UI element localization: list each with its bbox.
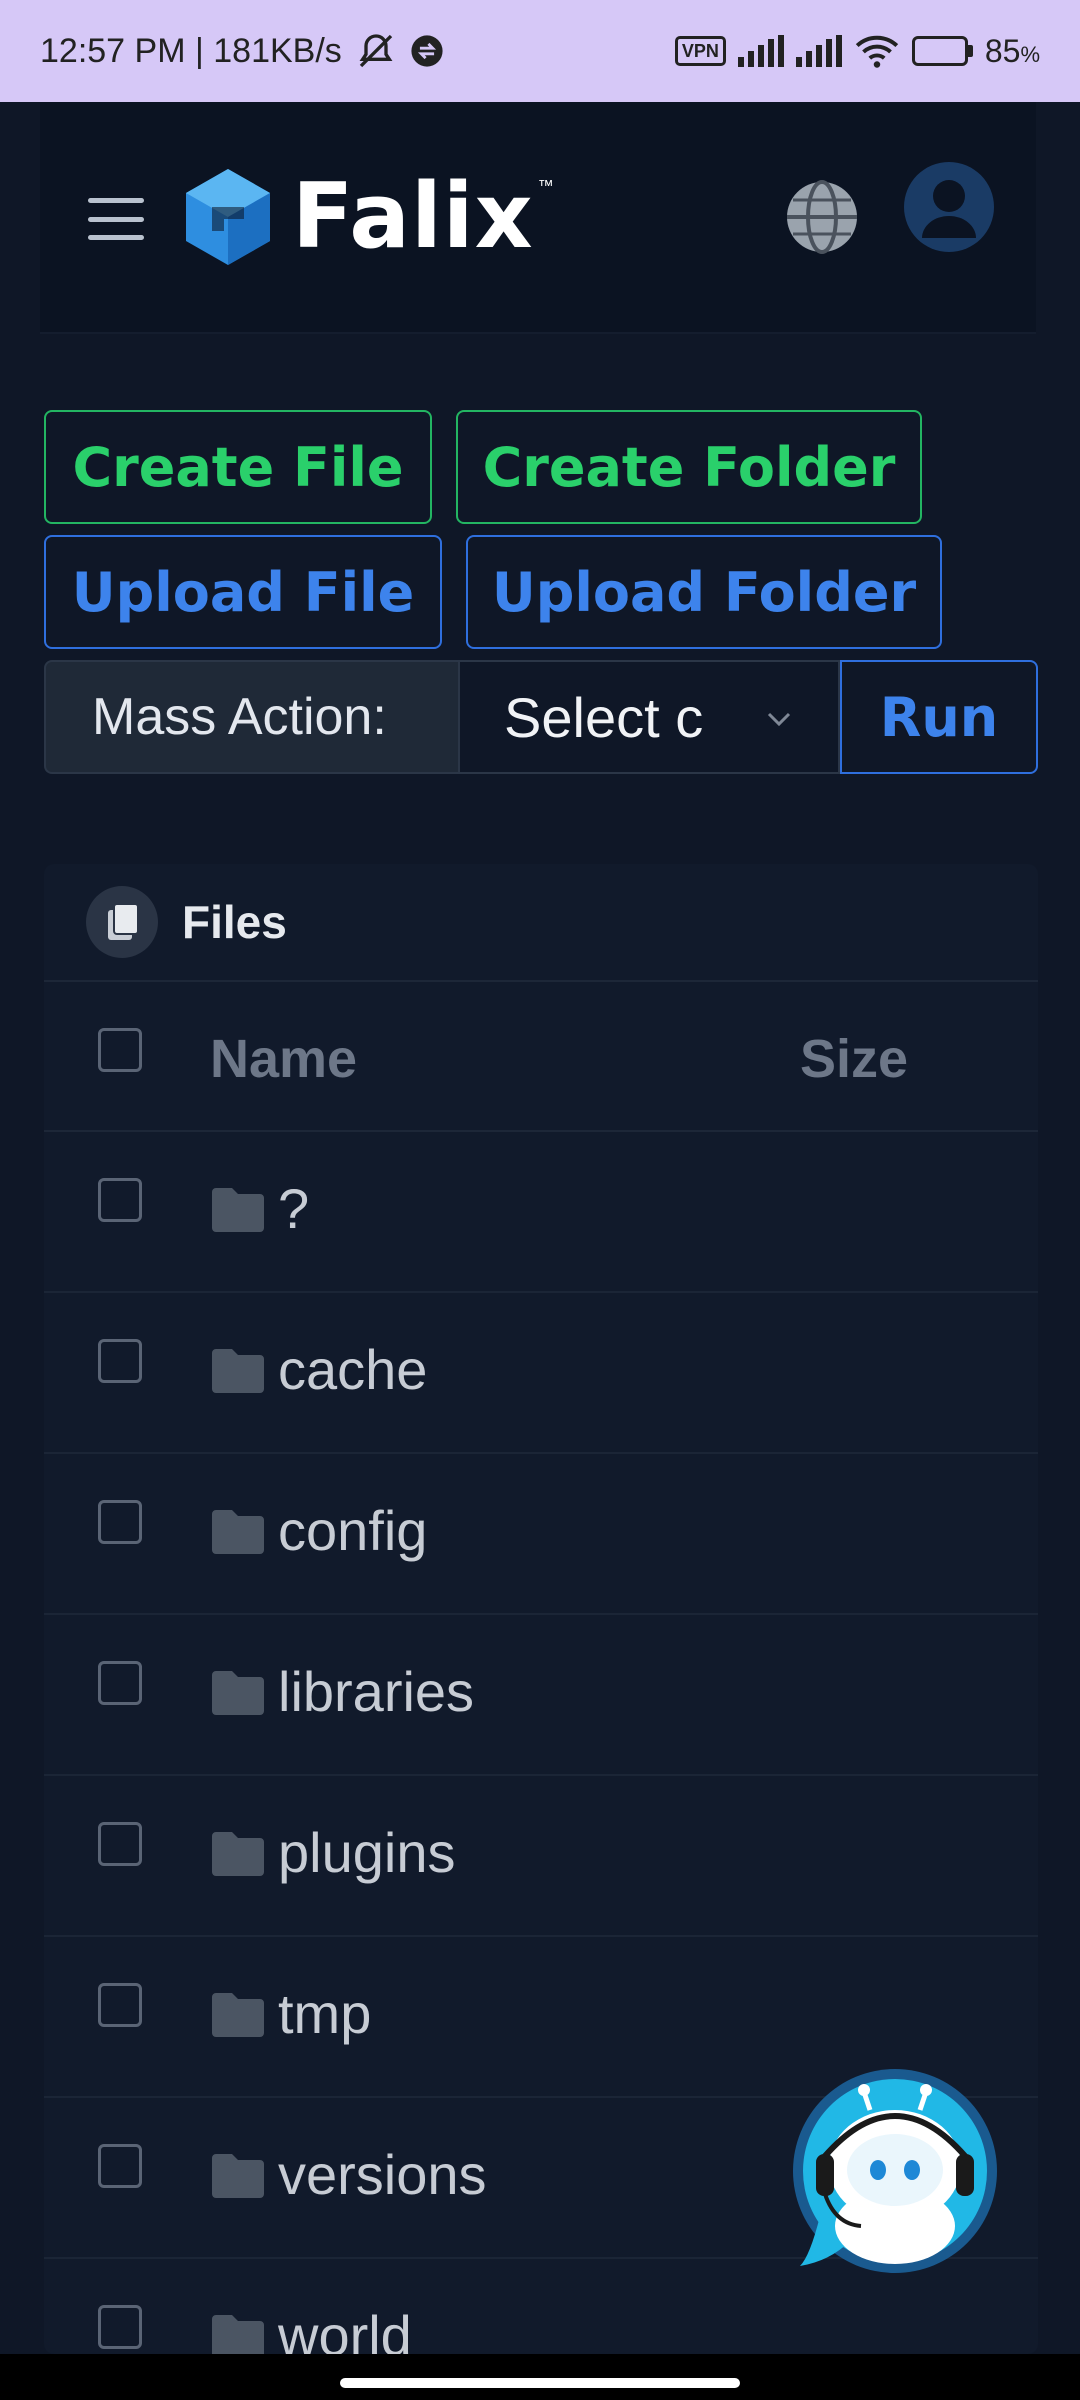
mass-action-label: Mass Action: — [44, 660, 458, 774]
folder-icon — [212, 1510, 264, 1554]
logo-text: Falix — [292, 164, 534, 269]
mass-action-row: Mass Action: Select c Run — [44, 660, 1038, 774]
row-checkbox[interactable] — [98, 2305, 142, 2349]
navigation-bar — [0, 2354, 1080, 2400]
upload-file-button[interactable]: Upload File — [44, 535, 442, 649]
file-name[interactable]: config — [278, 1498, 427, 1563]
app-header: Falix ™ — [40, 102, 1036, 334]
file-name[interactable]: cache — [278, 1337, 427, 1402]
file-name[interactable]: versions — [278, 2142, 487, 2207]
status-left: 12:57 PM | 181KB/s — [40, 31, 444, 71]
file-name[interactable]: ? — [278, 1176, 309, 1241]
battery-percent: 85% — [984, 32, 1040, 69]
bell-off-icon — [359, 34, 393, 68]
column-size[interactable]: Size — [800, 1028, 908, 1090]
falix-logo[interactable]: Falix ™ — [182, 164, 554, 269]
mass-action-select[interactable]: Select c — [458, 660, 840, 774]
folder-icon — [212, 1188, 264, 1232]
menu-icon[interactable] — [88, 198, 144, 240]
wifi-icon — [855, 35, 899, 68]
battery-icon — [911, 36, 973, 66]
row-checkbox[interactable] — [98, 1500, 142, 1544]
row-checkbox[interactable] — [98, 1822, 142, 1866]
vpn-badge: VPN — [674, 36, 726, 66]
files-icon — [86, 886, 158, 958]
folder-icon — [212, 2154, 264, 2198]
column-name[interactable]: Name — [210, 1028, 357, 1090]
select-all-checkbox[interactable] — [98, 1028, 142, 1072]
table-row[interactable]: ? — [44, 1132, 1038, 1293]
create-folder-button[interactable]: Create Folder — [456, 410, 922, 524]
file-name[interactable]: libraries — [278, 1659, 474, 1724]
copy-icon — [108, 903, 139, 940]
row-checkbox[interactable] — [98, 1983, 142, 2027]
files-header: Files — [44, 864, 1038, 982]
globe-icon[interactable] — [785, 180, 859, 254]
row-checkbox[interactable] — [98, 2144, 142, 2188]
upload-folder-button[interactable]: Upload Folder — [466, 535, 942, 649]
logo-tm: ™ — [537, 178, 554, 195]
home-gesture-pill[interactable] — [340, 2378, 740, 2388]
table-row[interactable]: libraries — [44, 1615, 1038, 1776]
mass-action-select-value: Select c — [504, 685, 704, 749]
status-right: VPN 85% — [674, 32, 1040, 70]
status-time: 12:57 PM | 181KB/s — [40, 31, 342, 70]
row-checkbox[interactable] — [98, 1178, 142, 1222]
row-checkbox[interactable] — [98, 1339, 142, 1383]
signal-icon — [737, 35, 784, 67]
sync-icon — [411, 35, 443, 67]
file-name[interactable]: world — [278, 2303, 412, 2354]
create-file-button[interactable]: Create File — [44, 410, 432, 524]
chevron-down-icon — [767, 712, 791, 727]
user-icon — [922, 180, 976, 238]
table-row[interactable]: plugins — [44, 1776, 1038, 1937]
folder-icon — [212, 1832, 264, 1876]
table-header: Name Size — [44, 982, 1038, 1132]
table-row[interactable]: cache — [44, 1293, 1038, 1454]
table-row[interactable]: config — [44, 1454, 1038, 1615]
folder-icon — [212, 1993, 264, 2037]
falix-logo-icon — [186, 168, 270, 265]
row-checkbox[interactable] — [98, 1661, 142, 1705]
profile-avatar[interactable] — [904, 162, 994, 252]
files-title: Files — [182, 896, 287, 948]
chatbot-icon[interactable] — [790, 2066, 1000, 2276]
file-name[interactable]: plugins — [278, 1820, 455, 1885]
run-button[interactable]: Run — [840, 660, 1038, 774]
folder-icon — [212, 2315, 264, 2354]
signal-icon-2 — [795, 35, 842, 67]
folder-icon — [212, 1349, 264, 1393]
folder-icon — [212, 1671, 264, 1715]
file-name[interactable]: tmp — [278, 1981, 371, 2046]
status-bar: 12:57 PM | 181KB/s VPN 85% — [0, 0, 1080, 102]
